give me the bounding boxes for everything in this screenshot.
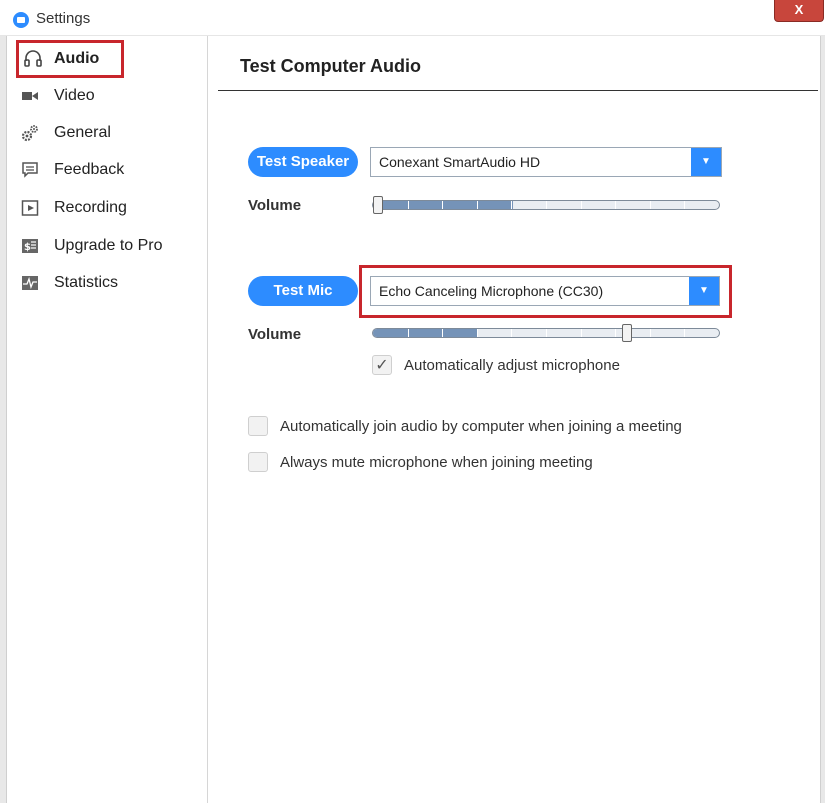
settings-sidebar: Audio Video General Feedback Recording $… <box>8 36 208 803</box>
sidebar-item-general[interactable]: General <box>20 118 111 148</box>
page-title: Test Computer Audio <box>240 56 421 76</box>
speaker-device-select[interactable]: Conexant SmartAudio HD ▼ <box>370 147 722 177</box>
window-frame-left <box>0 36 7 803</box>
sidebar-item-feedback[interactable]: Feedback <box>20 155 124 185</box>
slider-tick <box>408 201 409 209</box>
slider-tick <box>511 201 512 209</box>
sidebar-item-statistics[interactable]: Statistics <box>20 268 118 298</box>
test-mic-button[interactable]: Test Mic <box>248 276 358 306</box>
mic-volume-thumb[interactable] <box>622 324 632 342</box>
auto-join-audio-option[interactable]: Automatically join audio by computer whe… <box>248 416 682 436</box>
slider-tick <box>581 201 582 209</box>
speaker-device-value: Conexant SmartAudio HD <box>379 154 541 170</box>
mic-volume-slider[interactable] <box>372 324 720 342</box>
slider-tick <box>581 329 582 337</box>
title-divider <box>218 90 818 91</box>
slider-tick <box>477 329 478 337</box>
auto-join-audio-checkbox[interactable] <box>248 416 268 436</box>
upgrade-icon: $ <box>20 236 40 256</box>
sidebar-item-label: General <box>54 124 111 141</box>
slider-tick <box>546 201 547 209</box>
slider-tick <box>408 329 409 337</box>
gears-icon <box>20 123 40 143</box>
auto-join-audio-label: Automatically join audio by computer whe… <box>280 417 682 435</box>
mic-volume-label: Volume <box>248 326 302 343</box>
recording-icon <box>20 198 40 218</box>
mic-device-select[interactable]: Echo Canceling Microphone (CC30) ▼ <box>370 276 720 306</box>
auto-adjust-mic-label: Automatically adjust microphone <box>404 356 620 374</box>
headphones-icon <box>23 49 43 69</box>
speaker-volume-thumb[interactable] <box>373 196 383 214</box>
sidebar-item-recording[interactable]: Recording <box>20 193 127 223</box>
sidebar-item-label: Video <box>54 87 95 104</box>
slider-tick <box>615 329 616 337</box>
sidebar-item-label: Feedback <box>54 161 125 178</box>
slider-tick <box>650 201 651 209</box>
sidebar-item-upgrade[interactable]: $ Upgrade to Pro <box>20 231 163 261</box>
chevron-down-icon[interactable]: ▼ <box>691 148 721 176</box>
sidebar-item-label: Upgrade to Pro <box>54 237 163 254</box>
close-button[interactable]: X <box>774 0 824 22</box>
title-bar: Settings X <box>0 0 825 36</box>
always-mute-mic-option[interactable]: Always mute microphone when joining meet… <box>248 452 593 472</box>
mic-device-value: Echo Canceling Microphone (CC30) <box>379 283 604 299</box>
always-mute-mic-checkbox[interactable] <box>248 452 268 472</box>
auto-adjust-mic-option[interactable]: ✓ Automatically adjust microphone <box>372 355 620 375</box>
sidebar-item-label: Statistics <box>54 274 119 291</box>
slider-tick <box>442 329 443 337</box>
feedback-icon <box>20 160 40 180</box>
zoom-app-icon <box>13 12 29 28</box>
slider-tick <box>511 329 512 337</box>
always-mute-mic-label: Always mute microphone when joining meet… <box>280 453 593 471</box>
window-frame-right <box>820 36 825 803</box>
mic-volume-fill <box>373 329 478 337</box>
slider-tick <box>477 201 478 209</box>
test-speaker-button[interactable]: Test Speaker <box>248 147 358 177</box>
slider-tick <box>650 329 651 337</box>
sidebar-item-audio[interactable]: Audio <box>16 40 124 78</box>
checkmark-icon: ✓ <box>375 357 389 374</box>
auto-adjust-mic-checkbox[interactable]: ✓ <box>372 355 392 375</box>
slider-tick <box>684 201 685 209</box>
speaker-volume-fill <box>373 201 513 209</box>
statistics-icon <box>20 273 40 293</box>
window-title: Settings <box>36 10 91 27</box>
slider-tick <box>442 201 443 209</box>
video-camera-icon <box>20 86 40 106</box>
speaker-volume-label: Volume <box>248 197 302 214</box>
sidebar-item-video[interactable]: Video <box>20 81 95 111</box>
slider-tick <box>684 329 685 337</box>
sidebar-item-label: Recording <box>54 199 127 216</box>
chevron-down-icon[interactable]: ▼ <box>689 277 719 305</box>
speaker-volume-slider[interactable] <box>372 196 720 214</box>
slider-tick <box>546 329 547 337</box>
sidebar-item-label: Audio <box>54 50 100 67</box>
slider-tick <box>615 201 616 209</box>
svg-text:$: $ <box>24 242 31 253</box>
